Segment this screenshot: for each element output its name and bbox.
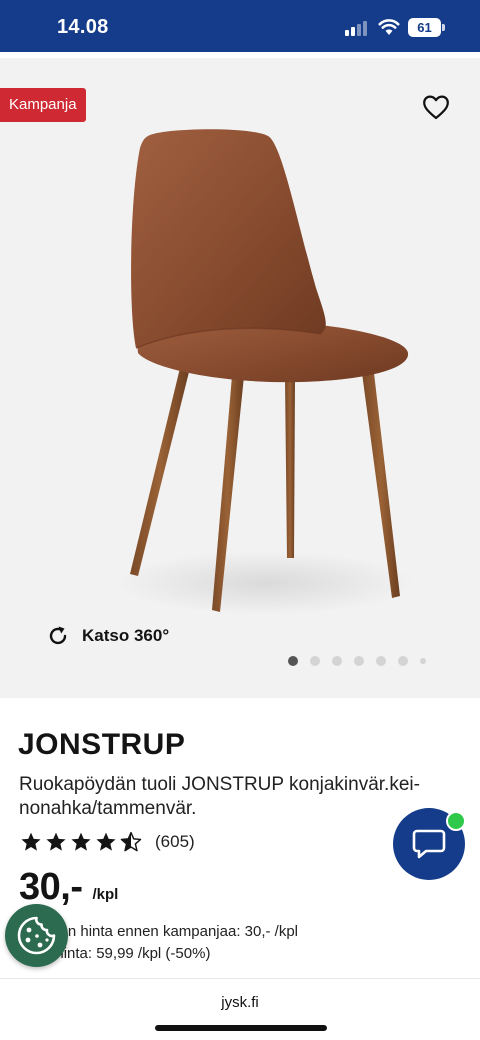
carousel-dot[interactable]	[332, 656, 342, 666]
browser-url[interactable]: jysk.fi	[0, 994, 480, 1011]
carousel-dot[interactable]	[354, 656, 364, 666]
product-price: 30,- /kpl	[19, 866, 118, 909]
cookie-icon	[17, 916, 56, 955]
rotate-icon	[49, 626, 67, 645]
price-amount: 30,-	[19, 866, 83, 908]
status-time: 14.08	[57, 16, 109, 38]
carousel-dot[interactable]	[310, 656, 320, 666]
browser-address-bar[interactable]: jysk.fi	[0, 978, 480, 1040]
rating-stars	[20, 831, 145, 853]
rating-count[interactable]: (605)	[155, 832, 195, 852]
star-full-icon	[96, 832, 116, 851]
carousel-dot[interactable]	[398, 656, 408, 666]
view-360-label: Katso 360°	[82, 626, 170, 645]
lowest-price-note: päivän hinta ennen kampanjaa: 30,- /kpl	[32, 923, 299, 940]
product-image-chair	[115, 129, 415, 615]
view-360-button[interactable]: Katso 360°	[46, 624, 169, 648]
carousel-dot[interactable]	[420, 658, 426, 664]
star-full-icon	[71, 832, 91, 851]
battery-cap	[442, 24, 445, 31]
product-rating[interactable]: (605)	[20, 831, 195, 853]
carousel-dot[interactable]	[288, 656, 298, 666]
chat-online-indicator	[446, 811, 466, 831]
cellular-signal-icon	[345, 20, 371, 36]
star-half-icon	[120, 831, 142, 852]
battery-indicator: 61	[408, 18, 441, 37]
cookie-settings-button[interactable]	[5, 904, 68, 967]
status-bar: 14.08 61	[0, 0, 480, 52]
price-unit: /kpl	[92, 886, 119, 903]
chat-bubble-icon	[412, 829, 446, 859]
star-full-icon	[21, 832, 41, 851]
wifi-icon	[378, 19, 400, 35]
home-indicator[interactable]	[155, 1025, 327, 1031]
carousel-dots[interactable]	[288, 656, 438, 666]
campaign-badge: Kampanja	[0, 88, 86, 122]
product-image-gallery[interactable]: Kampanja Katso 360°	[0, 58, 480, 698]
carousel-dot[interactable]	[376, 656, 386, 666]
product-description: Ruokapöydän tuoli JONSTRUP konjakinvär.k…	[19, 774, 420, 819]
star-full-icon	[46, 832, 66, 851]
heart-outline-icon[interactable]	[422, 94, 450, 120]
product-title: JONSTRUP	[18, 728, 186, 761]
